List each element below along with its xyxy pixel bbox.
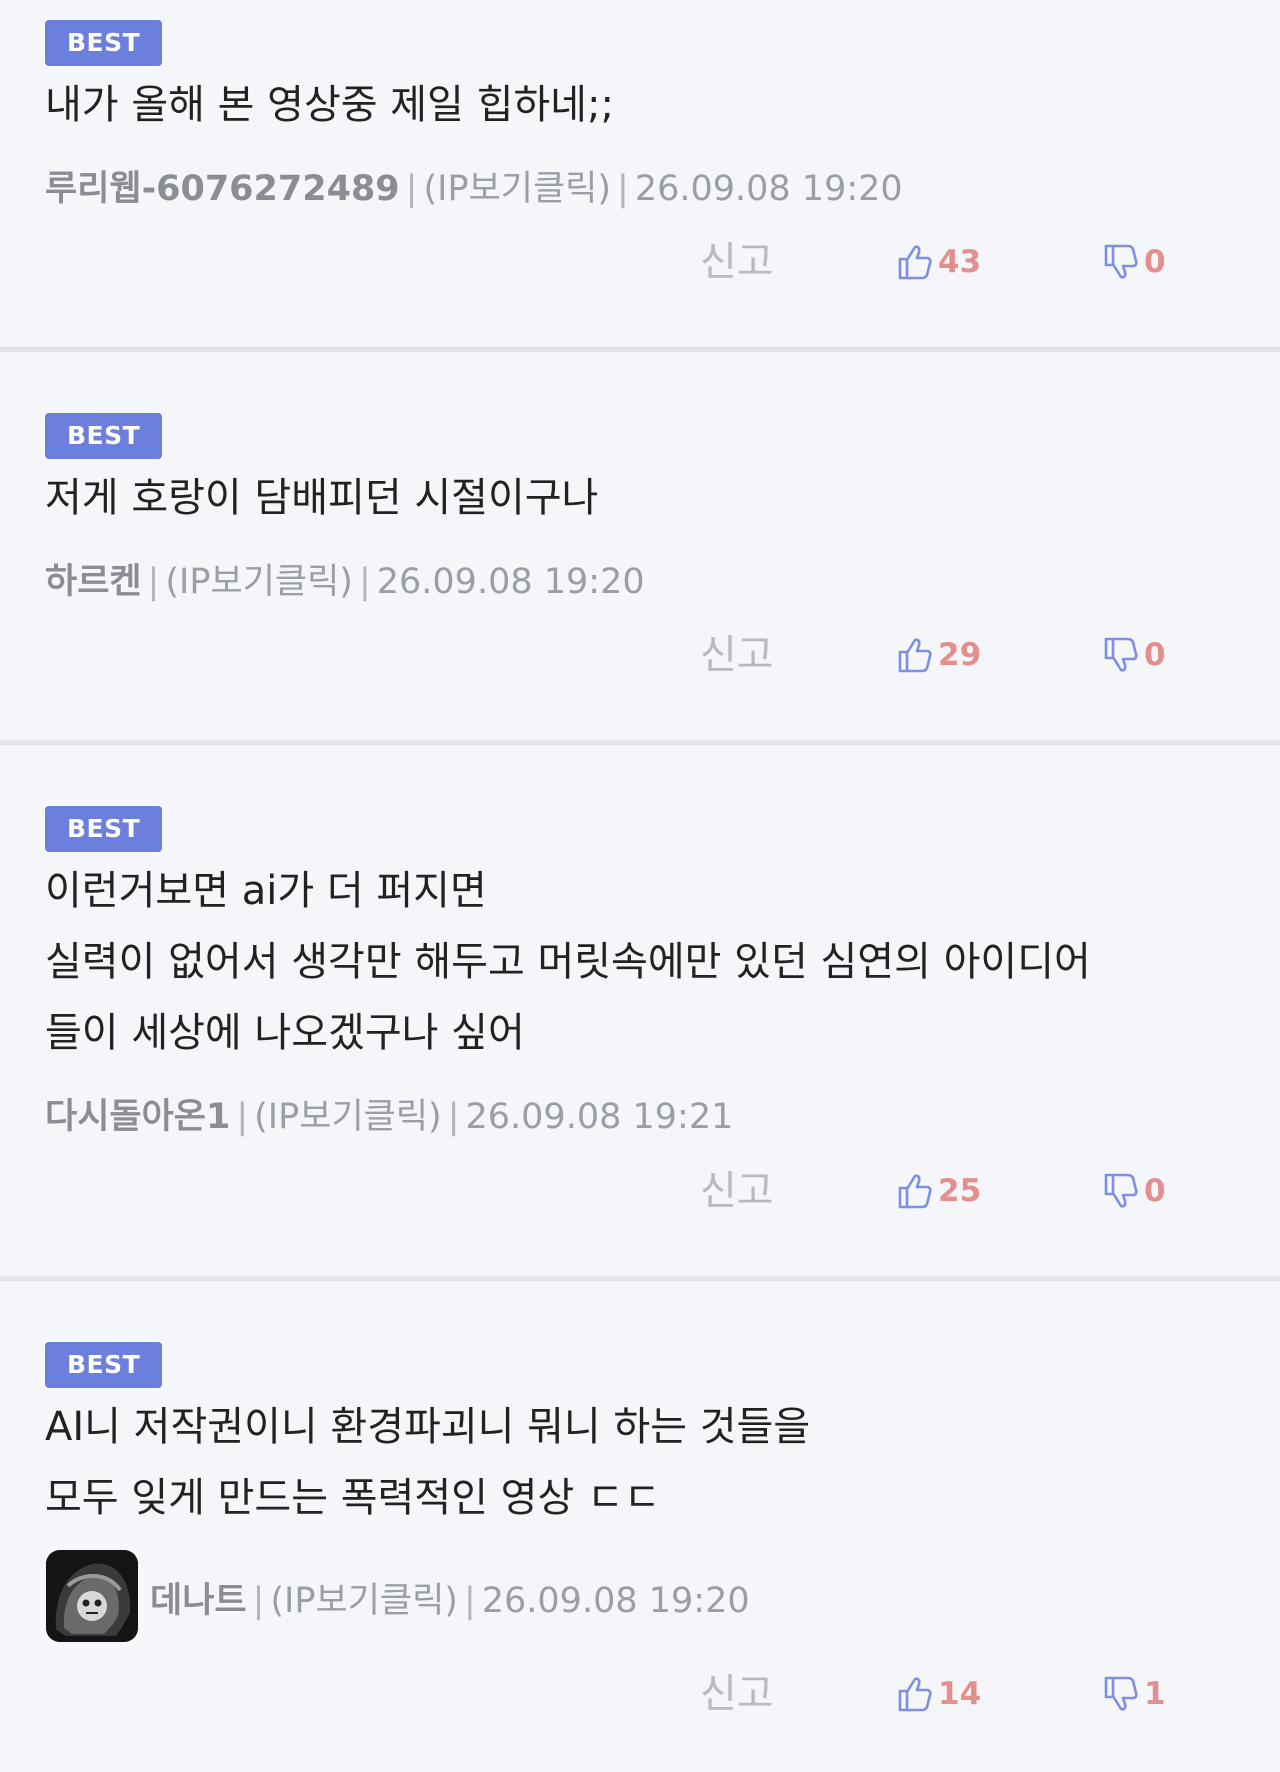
separator: | bbox=[252, 1581, 265, 1621]
avatar[interactable] bbox=[46, 1550, 138, 1642]
dislike-button[interactable]: 1 bbox=[1100, 1671, 1166, 1717]
nickname[interactable]: 루리웹-6076272489 bbox=[45, 169, 400, 209]
dislike-button[interactable]: 0 bbox=[1100, 1168, 1166, 1214]
comment-line: 모두 잊게 만드는 폭력적인 영상 ㄷㄷ bbox=[45, 1475, 661, 1521]
separator: | bbox=[405, 169, 418, 209]
like-button[interactable]: 14 bbox=[894, 1671, 981, 1717]
separator: | bbox=[463, 1581, 476, 1621]
comment-line: 내가 올해 본 영상중 제일 힙하네;; bbox=[45, 82, 614, 128]
comment-line: 이런거보면 ai가 더 퍼지면 bbox=[45, 868, 487, 914]
ip-link[interactable]: (IP보기클릭) bbox=[270, 1581, 458, 1621]
separator: | bbox=[447, 1097, 460, 1137]
timestamp: 26.09.08 19:20 bbox=[481, 1581, 750, 1621]
like-count: 29 bbox=[938, 637, 982, 673]
like-count: 43 bbox=[938, 244, 982, 280]
best-badge: BEST bbox=[45, 413, 163, 459]
dislike-button[interactable]: 0 bbox=[1100, 632, 1166, 678]
thumbs-down-icon bbox=[1104, 244, 1138, 279]
comment-card: BEST 내가 올해 본 영상중 제일 힙하네;; bbox=[0, 20, 1280, 141]
thumbs-up-icon bbox=[898, 638, 932, 673]
comment-actions: 신고 25 0 bbox=[0, 1166, 1280, 1216]
comment-line: 들이 세상에 나오겠구나 싶어 bbox=[45, 1010, 525, 1056]
ip-link[interactable]: (IP보기클릭) bbox=[165, 562, 353, 602]
comment-meta: 데나트 | (IP보기클릭) | 26.09.08 19:20 bbox=[150, 1572, 750, 1623]
comment-line: AI니 저작권이니 환경파괴니 뭐니 하는 것들을 bbox=[45, 1404, 811, 1450]
thumbs-down-icon bbox=[1104, 1173, 1138, 1208]
thumbs-up-icon bbox=[898, 1677, 932, 1712]
dislike-count: 1 bbox=[1144, 1676, 1166, 1712]
comment-text: 저게 호랑이 담배피던 시절이구나 bbox=[45, 463, 1280, 534]
separator: | bbox=[147, 562, 160, 602]
dislike-count: 0 bbox=[1144, 637, 1166, 673]
comment-actions: 신고 43 0 bbox=[0, 237, 1280, 287]
comment-text: AI니 저작권이니 환경파괴니 뭐니 하는 것들을 모두 잊게 만드는 폭력적인… bbox=[45, 1392, 1280, 1534]
user-avatar-image bbox=[46, 1550, 138, 1642]
like-count: 14 bbox=[938, 1676, 982, 1712]
timestamp: 26.09.08 19:21 bbox=[465, 1097, 734, 1137]
nickname[interactable]: 하르켄 bbox=[45, 562, 142, 602]
comment-meta: 루리웹-6076272489 | (IP보기클릭) | 26.09.08 19:20 bbox=[45, 160, 903, 211]
report-button[interactable]: 신고 bbox=[700, 1166, 774, 1216]
comment-line: 저게 호랑이 담배피던 시절이구나 bbox=[45, 475, 599, 521]
separator: | bbox=[358, 562, 371, 602]
like-button[interactable]: 29 bbox=[894, 632, 981, 678]
nickname[interactable]: 데나트 bbox=[150, 1581, 247, 1621]
like-button[interactable]: 43 bbox=[894, 239, 981, 285]
comment-card: BEST AI니 저작권이니 환경파괴니 뭐니 하는 것들을 모두 잊게 만드는… bbox=[0, 1342, 1280, 1534]
comment-meta: 하르켄 | (IP보기클릭) | 26.09.08 19:20 bbox=[45, 553, 645, 604]
comment-actions: 신고 14 1 bbox=[0, 1669, 1280, 1719]
thumbs-up-icon bbox=[898, 245, 932, 280]
thumbs-down-icon bbox=[1104, 1676, 1138, 1711]
like-button[interactable]: 25 bbox=[894, 1168, 981, 1214]
thumbs-down-icon bbox=[1104, 637, 1138, 672]
timestamp: 26.09.08 19:20 bbox=[376, 562, 645, 602]
comment-meta: 다시돌아온1 | (IP보기클릭) | 26.09.08 19:21 bbox=[45, 1088, 733, 1139]
comment-text: 내가 올해 본 영상중 제일 힙하네;; bbox=[45, 70, 1280, 141]
report-button[interactable]: 신고 bbox=[700, 1669, 774, 1719]
comment-actions: 신고 29 0 bbox=[0, 630, 1280, 680]
comment-text: 이런거보면 ai가 더 퍼지면 실력이 없어서 생각만 해두고 머릿속에만 있던… bbox=[45, 856, 1280, 1069]
dislike-count: 0 bbox=[1144, 244, 1166, 280]
comment-card: BEST 이런거보면 ai가 더 퍼지면 실력이 없어서 생각만 해두고 머릿속… bbox=[0, 806, 1280, 1069]
comment-card: BEST 저게 호랑이 담배피던 시절이구나 bbox=[0, 413, 1280, 534]
timestamp: 26.09.08 19:20 bbox=[634, 169, 903, 209]
best-badge: BEST bbox=[45, 20, 163, 66]
report-button[interactable]: 신고 bbox=[700, 237, 774, 287]
comment-line: 실력이 없어서 생각만 해두고 머릿속에만 있던 심연의 아이디어 bbox=[45, 939, 1091, 985]
separator: | bbox=[617, 169, 629, 209]
dislike-button[interactable]: 0 bbox=[1100, 239, 1166, 285]
best-badge: BEST bbox=[45, 1342, 163, 1388]
ip-link[interactable]: (IP보기클릭) bbox=[423, 169, 611, 209]
ip-link[interactable]: (IP보기클릭) bbox=[254, 1097, 442, 1137]
nickname[interactable]: 다시돌아온1 bbox=[45, 1097, 230, 1137]
divider bbox=[0, 1276, 1280, 1281]
separator: | bbox=[236, 1097, 249, 1137]
dislike-count: 0 bbox=[1144, 1173, 1166, 1209]
like-count: 25 bbox=[938, 1173, 982, 1209]
divider bbox=[0, 347, 1280, 352]
thumbs-up-icon bbox=[898, 1174, 932, 1209]
divider bbox=[0, 740, 1280, 745]
report-button[interactable]: 신고 bbox=[700, 630, 774, 680]
best-badge: BEST bbox=[45, 806, 163, 852]
